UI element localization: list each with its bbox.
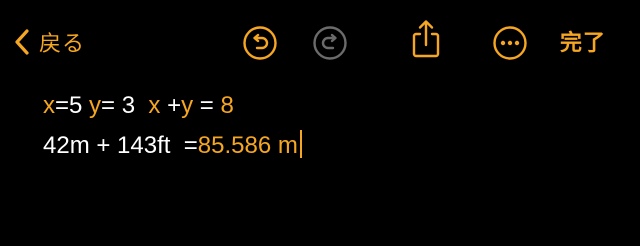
chevron-left-icon (15, 29, 29, 55)
note-line-1: x=5 y= 3 x +y = 8 (43, 86, 302, 126)
note-line-2: 42m + 143ft =85.586 m (43, 126, 302, 166)
expression-equals: = (193, 92, 221, 119)
math-result-2: 85.586 m (197, 132, 298, 159)
more-button[interactable] (490, 23, 530, 63)
expression-var-x: x (148, 92, 161, 119)
undo-icon (243, 26, 277, 60)
variable-x: x (43, 92, 55, 119)
expression-plus: + (160, 92, 182, 119)
toolbar: 戻る 完了 (0, 0, 640, 84)
assignment-x: =5 (55, 92, 90, 119)
back-label: 戻る (39, 32, 86, 57)
variable-y: y (89, 92, 102, 119)
undo-button[interactable] (240, 23, 280, 63)
math-result-1: 8 (220, 92, 234, 119)
redo-icon (313, 26, 347, 60)
share-icon (412, 20, 440, 58)
note-editor[interactable]: x=5 y= 3 x +y = 8 42m + 143ft =85.586 m (43, 86, 302, 166)
expression-2: 42m + 143ft = (43, 132, 198, 159)
share-button[interactable] (406, 19, 446, 59)
back-button[interactable]: 戻る (14, 22, 85, 62)
ellipsis-circle-icon (493, 26, 527, 60)
assignment-y: = 3 (101, 92, 149, 119)
expression-var-y: y (181, 92, 194, 119)
done-button[interactable]: 完了 (560, 25, 606, 57)
redo-button[interactable] (310, 23, 350, 63)
text-cursor (299, 130, 302, 158)
